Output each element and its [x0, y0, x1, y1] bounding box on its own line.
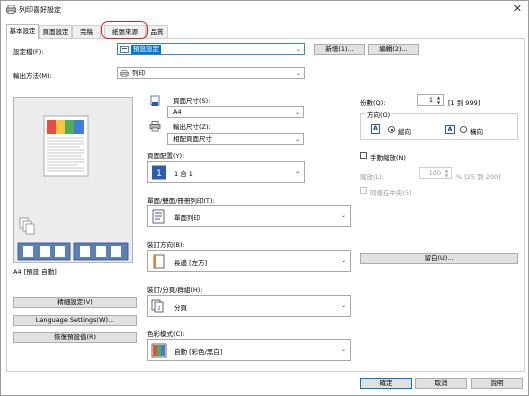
tab-finishing[interactable]: 完稿	[72, 25, 101, 38]
printer-icon	[149, 121, 161, 132]
restore-defaults-button[interactable]: 恢復預設值(R)	[13, 332, 137, 343]
single-sided-icon	[152, 209, 165, 224]
copies-label: 份數(Q):	[360, 99, 386, 107]
copies-value: 1	[428, 96, 433, 104]
duplex-value: 單面列印	[174, 214, 200, 222]
output-size-value: 相配頁面尺寸	[173, 135, 212, 143]
profile-value: 預設設定	[131, 45, 161, 54]
landscape-radio[interactable]	[460, 126, 467, 133]
output-method-label: 輸出方法(M):	[13, 72, 52, 80]
page-size-select[interactable]: A4 ⌄	[167, 106, 304, 118]
page-layout-value: 1 合 1	[174, 170, 193, 178]
finishing-value: 分頁	[174, 304, 187, 312]
detailed-settings-button[interactable]: 精細設定(V)	[13, 297, 137, 308]
binding-left-icon	[153, 254, 165, 269]
edit-profile-button[interactable]: 編輯(2)...	[368, 44, 419, 55]
output-method-select[interactable]: 列印 ⌄	[117, 67, 305, 79]
spin-down-icon[interactable]: ▼	[435, 101, 442, 105]
chevron-down-icon: ⌄	[340, 346, 346, 353]
tab-page-setup[interactable]: 頁面設定	[39, 25, 72, 38]
orientation-legend: 方向(O)	[366, 109, 392, 119]
cancel-button[interactable]: 取消	[415, 378, 467, 389]
page-size-label: 頁面尺寸(S):	[173, 97, 211, 105]
fit-center-checkbox[interactable]	[360, 187, 367, 194]
portrait-label: 縱向	[398, 128, 411, 136]
color-mode-icon	[151, 343, 167, 358]
chevron-down-icon: ⌄	[340, 257, 346, 264]
close-icon[interactable]: ✕	[513, 3, 522, 15]
output-size-select[interactable]: 相配頁面尺寸 ⌄	[167, 133, 304, 145]
profile-label: 設定檔(F):	[13, 48, 44, 56]
print-preferences-window: 列印喜好設定 ✕ 基本設定 頁面設定 完稿 紙張來源 品質 設定檔(F): 預設…	[0, 0, 529, 396]
tab-basic-settings[interactable]: 基本設定	[6, 24, 39, 39]
title-bar: 列印喜好設定 ✕	[1, 1, 528, 19]
finishing-select[interactable]: 2 分頁 ⌄	[147, 295, 351, 317]
chevron-down-icon: ⌄	[294, 136, 300, 143]
chevron-down-icon: ⌄	[294, 109, 300, 116]
page-size-icon	[150, 95, 160, 106]
scale-spinner[interactable]: 100 ▲ ▼	[419, 167, 452, 179]
preview-page-image	[17, 115, 129, 261]
output-method-value: 列印	[132, 69, 145, 77]
help-button[interactable]: 說明	[471, 378, 523, 389]
landscape-label: 橫向	[470, 128, 483, 136]
landscape-icon: A	[445, 125, 455, 134]
finishing-label: 裝訂/分頁/群組(H):	[147, 286, 203, 294]
portrait-radio[interactable]	[388, 126, 395, 133]
page-size-value: A4	[173, 108, 182, 116]
binding-value: 長邊 [左方]	[174, 259, 208, 267]
page-preview	[13, 97, 133, 263]
output-size-label: 輸出尺寸(Z):	[173, 123, 211, 131]
color-mode-value: 自動 [彩色/黑白]	[174, 348, 223, 356]
binding-select[interactable]: 長邊 [左方] ⌄	[147, 250, 351, 272]
highlight-ring	[101, 21, 148, 39]
scale-value: 100	[428, 169, 441, 177]
manual-scaling-label: 手動縮放(N)	[370, 154, 406, 162]
page-layout-select[interactable]: 1 1 合 1 ⌄	[147, 161, 305, 183]
manual-scaling-checkbox[interactable]	[360, 152, 367, 159]
svg-text:1: 1	[156, 169, 162, 179]
language-settings-button[interactable]: Language Settings(W)...	[13, 315, 137, 326]
profile-icon	[120, 46, 129, 53]
duplex-label: 單面/雙面/冊冊列印(T):	[147, 197, 215, 205]
binding-label: 裝訂方向(B):	[147, 241, 185, 249]
collate-icon: 2	[151, 299, 164, 313]
fit-center-label: 同樣在中央(5)	[370, 189, 412, 197]
page-layout-icon: 1	[152, 165, 166, 180]
chevron-down-icon: ⌄	[294, 168, 300, 175]
page-layout-label: 頁面配置(Y):	[147, 152, 185, 160]
footer-bar: 確定 取消 說明	[1, 372, 528, 395]
printer-icon	[6, 5, 16, 14]
spin-down-icon[interactable]: ▼	[443, 174, 450, 178]
scale-range: % [25 到 200]	[456, 173, 501, 181]
chevron-down-icon: ⌄	[340, 302, 346, 309]
printer-icon	[120, 70, 129, 77]
window-title: 列印喜好設定	[19, 6, 61, 14]
scale-label: 縮放(L):	[360, 173, 384, 181]
copies-spinner[interactable]: 1 ▲ ▼	[417, 94, 444, 106]
duplex-select[interactable]: 單面列印 ⌄	[147, 205, 351, 227]
color-mode-select[interactable]: 自動 [彩色/黑白] ⌄	[147, 339, 351, 361]
chevron-down-icon: ⌄	[295, 70, 301, 77]
preview-caption: A4 [預設 自動]	[13, 268, 57, 276]
chevron-down-icon: ⌄	[295, 46, 301, 53]
svg-text:2: 2	[157, 306, 160, 312]
ok-button[interactable]: 確定	[360, 378, 412, 389]
profile-select[interactable]: 預設設定 ⌄	[117, 43, 305, 55]
color-mode-label: 色彩模式(C):	[147, 330, 185, 338]
tab-quality[interactable]: 品質	[146, 25, 168, 38]
portrait-icon: A	[371, 124, 380, 134]
add-profile-button[interactable]: 新增(1)...	[314, 44, 365, 55]
chevron-down-icon: ⌄	[340, 212, 346, 219]
margin-button[interactable]: 留白(U)...	[360, 253, 518, 264]
copies-range: [1 到 999]	[448, 99, 481, 107]
